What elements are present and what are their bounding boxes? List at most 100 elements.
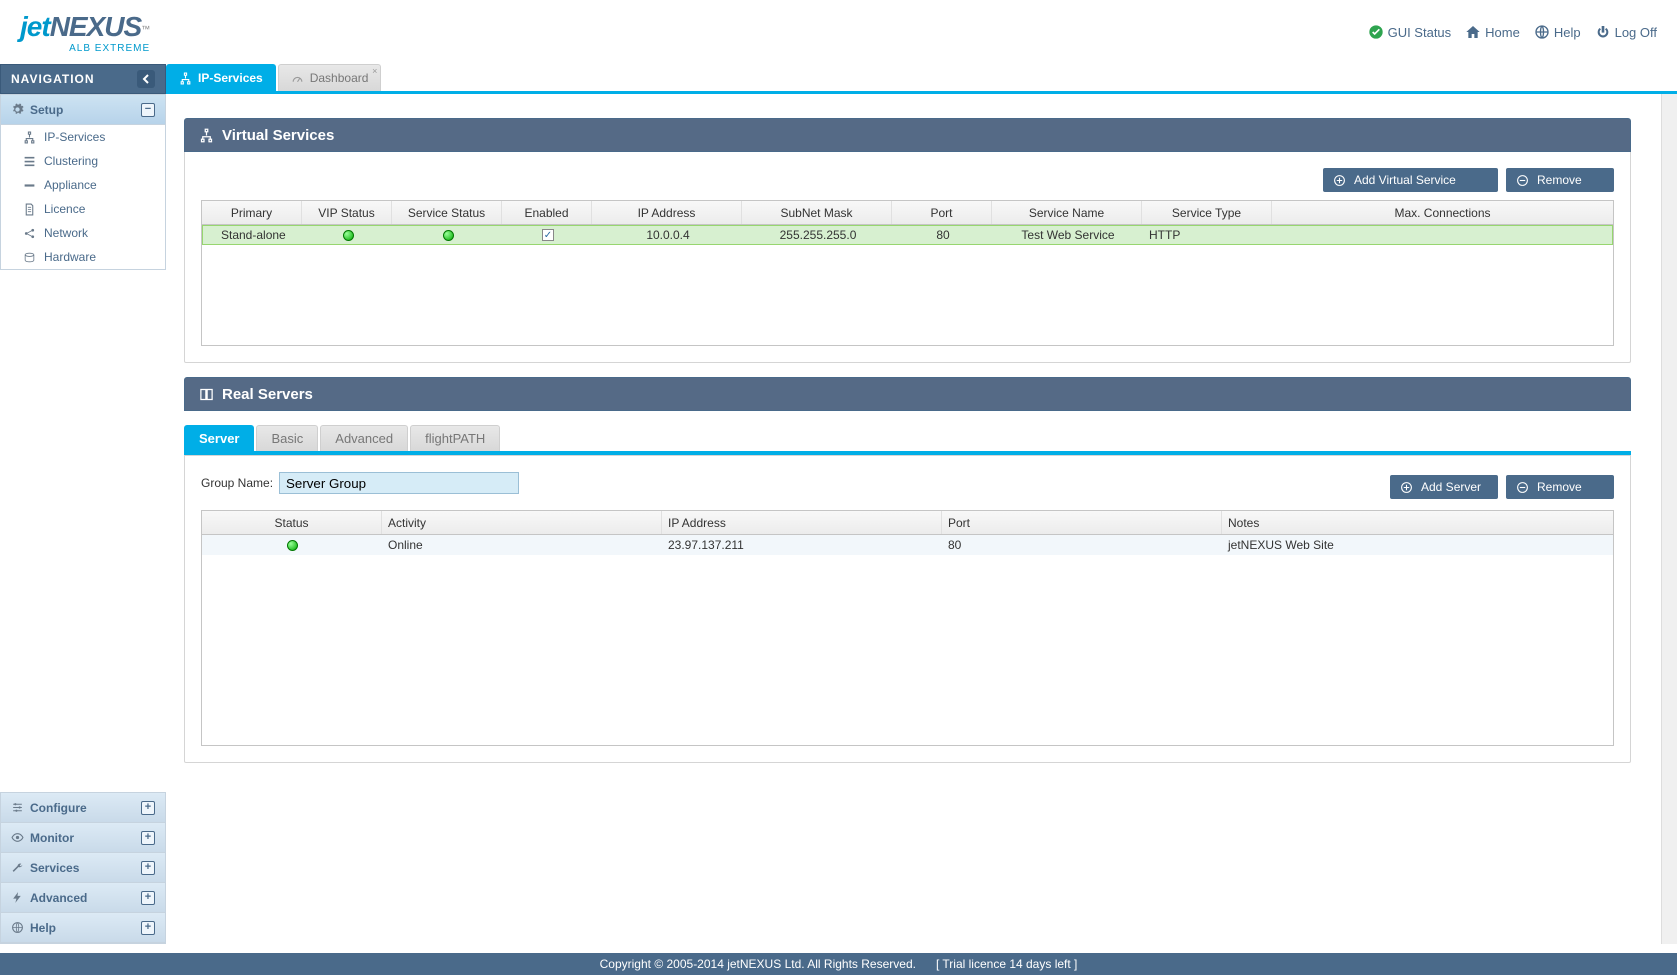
logo-nexus: NEXUS <box>50 11 141 42</box>
nav-ip-services[interactable]: IP-Services <box>1 125 165 149</box>
nav-group-monitor[interactable]: Monitor + <box>1 823 165 853</box>
footer-trial: [ Trial licence 14 days left ] <box>936 957 1077 971</box>
cell-enabled[interactable]: ✓ <box>503 226 593 244</box>
nav-group-services[interactable]: Services + <box>1 853 165 883</box>
cell-type: HTTP <box>1143 226 1273 244</box>
col-port[interactable]: Port <box>892 201 992 224</box>
group-name-input[interactable] <box>279 472 519 494</box>
col-status[interactable]: Status <box>202 511 382 534</box>
help-link[interactable]: Help <box>1534 24 1581 40</box>
rs-tab-basic[interactable]: Basic <box>256 425 318 451</box>
wrench-icon <box>11 861 24 874</box>
sidebar-collapse-button[interactable] <box>137 70 155 88</box>
vs-row[interactable]: Stand-alone ✓ 10.0.0.4 255.255.255.0 80 … <box>202 225 1613 245</box>
cell-max <box>1273 226 1612 244</box>
status-green-icon <box>443 230 454 241</box>
logo-sub: ALB EXTREME <box>69 43 150 54</box>
globe-icon <box>11 921 24 934</box>
chevron-left-icon <box>141 74 151 84</box>
plus-circle-icon <box>1333 174 1346 187</box>
virtual-services-grid: Primary VIP Status Service Status Enable… <box>201 200 1614 346</box>
check-circle-icon <box>1368 24 1384 40</box>
status-green-icon <box>343 230 354 241</box>
minus-circle-icon <box>1516 174 1529 187</box>
col-ip[interactable]: IP Address <box>592 201 742 224</box>
col-service-status[interactable]: Service Status <box>392 201 502 224</box>
tab-dashboard[interactable]: Dashboard × <box>278 64 382 91</box>
close-icon[interactable]: × <box>372 66 377 76</box>
sitemap-icon <box>23 131 36 144</box>
nav-group-advanced[interactable]: Advanced + <box>1 883 165 913</box>
expand-icon[interactable]: + <box>141 831 155 845</box>
rs-tab-flightpath[interactable]: flightPATH <box>410 425 500 451</box>
col-name[interactable]: Service Name <box>992 201 1142 224</box>
group-name-label: Group Name: <box>201 476 273 490</box>
nav-network[interactable]: Network <box>1 221 165 245</box>
nav-hardware[interactable]: Hardware <box>1 245 165 269</box>
content-tabs: IP-Services Dashboard × <box>166 64 1677 94</box>
logoff-link[interactable]: Log Off <box>1595 24 1657 40</box>
plus-circle-icon <box>1400 481 1413 494</box>
dash-icon <box>23 179 36 192</box>
footer: Copyright © 2005-2014 jetNEXUS Ltd. All … <box>0 953 1677 975</box>
grid-empty-space <box>202 555 1613 745</box>
nav-group-configure[interactable]: Configure + <box>1 793 165 823</box>
nav-appliance[interactable]: Appliance <box>1 173 165 197</box>
scrollbar[interactable] <box>1661 94 1677 944</box>
col-mask[interactable]: SubNet Mask <box>742 201 892 224</box>
tab-ip-services[interactable]: IP-Services <box>166 64 276 91</box>
nav-group-help[interactable]: Help + <box>1 913 165 943</box>
remove-virtual-service-button[interactable]: Remove <box>1506 168 1614 192</box>
cell-port: 80 <box>942 535 1222 555</box>
header-links: GUI Status Home Help Log Off <box>1368 24 1657 40</box>
add-server-button[interactable]: Add Server <box>1390 475 1498 499</box>
cell-primary: Stand-alone <box>203 226 303 244</box>
rs-tab-server[interactable]: Server <box>184 425 254 451</box>
gauge-icon <box>291 72 304 85</box>
col-max[interactable]: Max. Connections <box>1272 201 1613 224</box>
gui-status-link[interactable]: GUI Status <box>1368 24 1452 40</box>
add-virtual-service-button[interactable]: Add Virtual Service <box>1323 168 1498 192</box>
globe-icon <box>1534 24 1550 40</box>
sitemap-icon <box>179 72 192 85</box>
rs-row[interactable]: Online 23.97.137.211 80 jetNEXUS Web Sit… <box>202 535 1613 555</box>
col-type[interactable]: Service Type <box>1142 201 1272 224</box>
real-servers-header: Real Servers <box>184 377 1631 411</box>
sidebar: NAVIGATION Setup − IP-Services <box>0 64 166 944</box>
expand-icon[interactable]: + <box>141 801 155 815</box>
nav-accordion: Setup − IP-Services Clustering Appliance <box>0 94 166 270</box>
eye-icon <box>11 831 24 844</box>
col-ip[interactable]: IP Address <box>662 511 942 534</box>
nav-licence[interactable]: Licence <box>1 197 165 221</box>
cell-notes: jetNEXUS Web Site <box>1222 535 1613 555</box>
cell-ip: 10.0.0.4 <box>593 226 743 244</box>
bars-icon <box>23 155 36 168</box>
grid-empty-space <box>202 245 1613 345</box>
col-activity[interactable]: Activity <box>382 511 662 534</box>
remove-server-button[interactable]: Remove <box>1506 475 1614 499</box>
content-area: Virtual Services Add Virtual Service Rem… <box>166 94 1661 944</box>
cell-activity: Online <box>382 535 662 555</box>
cell-port: 80 <box>893 226 993 244</box>
rs-tab-advanced[interactable]: Advanced <box>320 425 408 451</box>
expand-icon[interactable]: + <box>141 891 155 905</box>
navigation-header: NAVIGATION <box>0 64 166 94</box>
expand-icon[interactable]: + <box>141 861 155 875</box>
nav-clustering[interactable]: Clustering <box>1 149 165 173</box>
real-servers-grid: Status Activity IP Address Port Notes On… <box>201 510 1614 746</box>
real-servers-body: Group Name: Add Server Remove <box>184 455 1631 763</box>
checkbox-icon: ✓ <box>542 229 554 241</box>
servers-icon <box>199 387 214 402</box>
cell-ip: 23.97.137.211 <box>662 535 942 555</box>
col-primary[interactable]: Primary <box>202 201 302 224</box>
col-vip-status[interactable]: VIP Status <box>302 201 392 224</box>
cell-vip-status <box>303 226 393 244</box>
collapse-icon[interactable]: − <box>141 103 155 117</box>
col-notes[interactable]: Notes <box>1222 511 1613 534</box>
home-link[interactable]: Home <box>1465 24 1520 40</box>
col-enabled[interactable]: Enabled <box>502 201 592 224</box>
virtual-services-title: Virtual Services <box>222 127 334 144</box>
nav-group-setup[interactable]: Setup − <box>1 95 165 125</box>
expand-icon[interactable]: + <box>141 921 155 935</box>
col-port[interactable]: Port <box>942 511 1222 534</box>
